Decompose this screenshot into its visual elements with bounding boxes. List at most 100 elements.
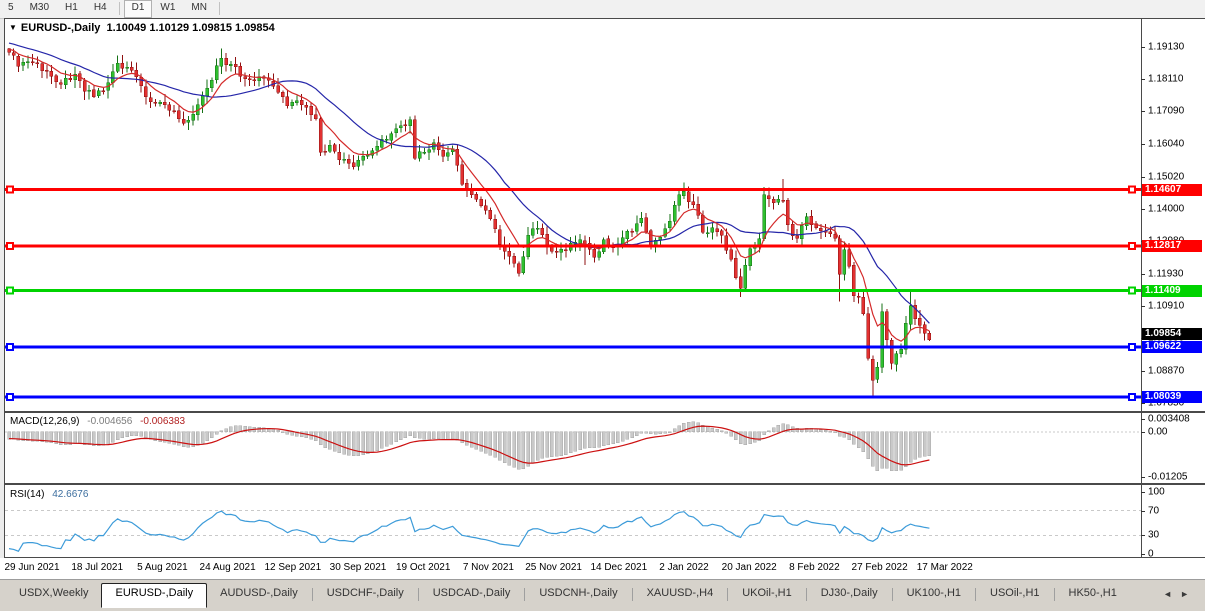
macd-tick-label: -0.01205 bbox=[1148, 472, 1187, 483]
date-label: 5 Aug 2021 bbox=[137, 562, 188, 573]
tab-audusd-daily[interactable]: AUDUSD-,Daily bbox=[207, 583, 311, 607]
tab-usdx-weekly[interactable]: USDX,Weekly bbox=[6, 583, 101, 607]
date-label: 18 Jul 2021 bbox=[71, 562, 123, 573]
price-tick-label: 1.15020 bbox=[1148, 171, 1184, 182]
level-price-badge: 1.14607 bbox=[1142, 184, 1202, 196]
date-label: 14 Dec 2021 bbox=[590, 562, 647, 573]
price-tick-label: 1.08870 bbox=[1148, 365, 1184, 376]
level-handle[interactable] bbox=[1129, 243, 1135, 249]
price-tick-mark bbox=[1141, 306, 1145, 307]
rsi-tick-label: 70 bbox=[1148, 505, 1159, 516]
date-label: 8 Feb 2022 bbox=[789, 562, 840, 573]
price-tick-mark bbox=[1141, 144, 1145, 145]
price-tick-mark bbox=[1141, 371, 1145, 372]
tab-scroll-left-icon[interactable]: ◄ bbox=[1163, 589, 1180, 599]
rsi-value: 42.6676 bbox=[52, 489, 88, 500]
tab-ukoil-h1[interactable]: UKOil-,H1 bbox=[729, 583, 805, 607]
tab-usdcnh-daily[interactable]: USDCNH-,Daily bbox=[526, 583, 630, 607]
tab-separator bbox=[806, 588, 807, 601]
chart-symbol-label: EURUSD-,Daily bbox=[21, 22, 100, 34]
rsi-tick-mark bbox=[1141, 492, 1145, 493]
tab-separator bbox=[418, 588, 419, 601]
rsi-tick-mark bbox=[1141, 554, 1145, 555]
rsi-pane[interactable] bbox=[5, 485, 1141, 557]
price-tick-label: 1.11930 bbox=[1148, 269, 1183, 280]
tab-separator bbox=[975, 588, 976, 601]
period-button-H4[interactable]: H4 bbox=[86, 0, 115, 17]
ohlc-low: 1.09815 bbox=[192, 22, 232, 34]
level-handle[interactable] bbox=[1129, 187, 1135, 193]
date-label: 29 Jun 2021 bbox=[4, 562, 59, 573]
period-button-M30[interactable]: M30 bbox=[22, 0, 57, 17]
price-chart-pane[interactable] bbox=[5, 19, 1141, 411]
price-tick-label: 1.14000 bbox=[1148, 203, 1184, 214]
level-handle[interactable] bbox=[1129, 288, 1135, 294]
date-label: 20 Jan 2022 bbox=[722, 562, 777, 573]
rsi-label: RSI(14) 42.6676 bbox=[10, 489, 88, 500]
time-axis[interactable]: 29 Jun 2021 18 Jul 2021 5 Aug 2021 24 Aug 2… bbox=[0, 558, 1205, 579]
ohlc-close: 1.09854 bbox=[235, 22, 275, 34]
price-tick-mark bbox=[1141, 79, 1145, 80]
level-handle[interactable] bbox=[7, 288, 13, 294]
price-tick-label: 1.16040 bbox=[1148, 139, 1184, 150]
price-tick-mark bbox=[1141, 209, 1145, 210]
tab-xauusd-h4[interactable]: XAUUSD-,H4 bbox=[634, 583, 727, 607]
ohlc-open: 1.10049 bbox=[107, 22, 147, 34]
rsi-name: RSI(14) bbox=[10, 489, 44, 500]
macd-value-main: -0.004656 bbox=[87, 416, 132, 427]
tab-scroll-right-icon[interactable]: ► bbox=[1180, 589, 1197, 599]
price-tick-label: 1.18110 bbox=[1148, 74, 1183, 85]
tab-separator bbox=[892, 588, 893, 601]
tab-separator bbox=[312, 588, 313, 601]
tab-usdchf-daily[interactable]: USDCHF-,Daily bbox=[314, 583, 417, 607]
price-tick-label: 1.17090 bbox=[1148, 106, 1184, 117]
period-button-MN[interactable]: MN bbox=[183, 0, 215, 17]
price-tick-mark bbox=[1141, 403, 1145, 404]
collapse-triangle-icon[interactable]: ▼ bbox=[9, 23, 17, 32]
level-handle[interactable] bbox=[7, 394, 13, 400]
tab-separator bbox=[632, 588, 633, 601]
macd-label: MACD(12,26,9) -0.004656 -0.006383 bbox=[10, 416, 185, 427]
date-label: 25 Nov 2021 bbox=[525, 562, 582, 573]
period-button-W1[interactable]: W1 bbox=[152, 0, 183, 17]
level-handle[interactable] bbox=[1129, 394, 1135, 400]
tab-usoil-h1[interactable]: USOil-,H1 bbox=[977, 583, 1053, 607]
tab-usdcad-daily[interactable]: USDCAD-,Daily bbox=[420, 583, 524, 607]
chart-tab-bar: USDX,WeeklyEURUSD-,DailyAUDUSD-,DailyUSD… bbox=[0, 579, 1205, 611]
date-label: 30 Sep 2021 bbox=[330, 562, 387, 573]
price-tick-mark bbox=[1141, 274, 1145, 275]
period-button-5[interactable]: 5 bbox=[0, 0, 22, 17]
level-handle[interactable] bbox=[7, 187, 13, 193]
rsi-tick-mark bbox=[1141, 511, 1145, 512]
date-label: 27 Feb 2022 bbox=[852, 562, 908, 573]
tab-separator bbox=[1054, 588, 1055, 601]
tab-hk50-h1[interactable]: HK50-,H1 bbox=[1056, 583, 1130, 607]
macd-tick-mark bbox=[1141, 432, 1145, 433]
price-tick-mark bbox=[1141, 111, 1145, 112]
tab-eurusd-daily[interactable]: EURUSD-,Daily bbox=[101, 583, 207, 608]
level-handle[interactable] bbox=[7, 243, 13, 249]
period-button-H1[interactable]: H1 bbox=[57, 0, 86, 17]
level-price-badge: 1.12817 bbox=[1142, 240, 1202, 252]
tab-separator bbox=[524, 588, 525, 601]
date-label: 24 Aug 2021 bbox=[200, 562, 256, 573]
date-label: 2 Jan 2022 bbox=[659, 562, 709, 573]
chart-title: ▼EURUSD-,Daily 1.10049 1.10129 1.09815 1… bbox=[9, 22, 275, 34]
macd-name: MACD(12,26,9) bbox=[10, 416, 79, 427]
date-label: 12 Sep 2021 bbox=[264, 562, 321, 573]
period-button-D1[interactable]: D1 bbox=[124, 0, 153, 18]
date-label: 7 Nov 2021 bbox=[463, 562, 514, 573]
level-price-badge: 1.08039 bbox=[1142, 391, 1202, 403]
macd-tick-label: 0.00 bbox=[1148, 426, 1167, 437]
toolbar-separator bbox=[119, 2, 120, 15]
macd-tick-label: 0.003408 bbox=[1148, 414, 1190, 425]
tab-dj30-daily[interactable]: DJ30-,Daily bbox=[808, 583, 891, 607]
macd-tick-mark bbox=[1141, 477, 1145, 478]
price-tick-mark bbox=[1141, 47, 1145, 48]
tab-uk100-h1[interactable]: UK100-,H1 bbox=[894, 583, 974, 607]
level-price-badge: 1.11409 bbox=[1142, 285, 1202, 297]
rsi-tick-label: 30 bbox=[1148, 530, 1159, 541]
macd-tick-mark bbox=[1141, 419, 1145, 420]
level-handle[interactable] bbox=[7, 344, 13, 350]
level-handle[interactable] bbox=[1129, 344, 1135, 350]
